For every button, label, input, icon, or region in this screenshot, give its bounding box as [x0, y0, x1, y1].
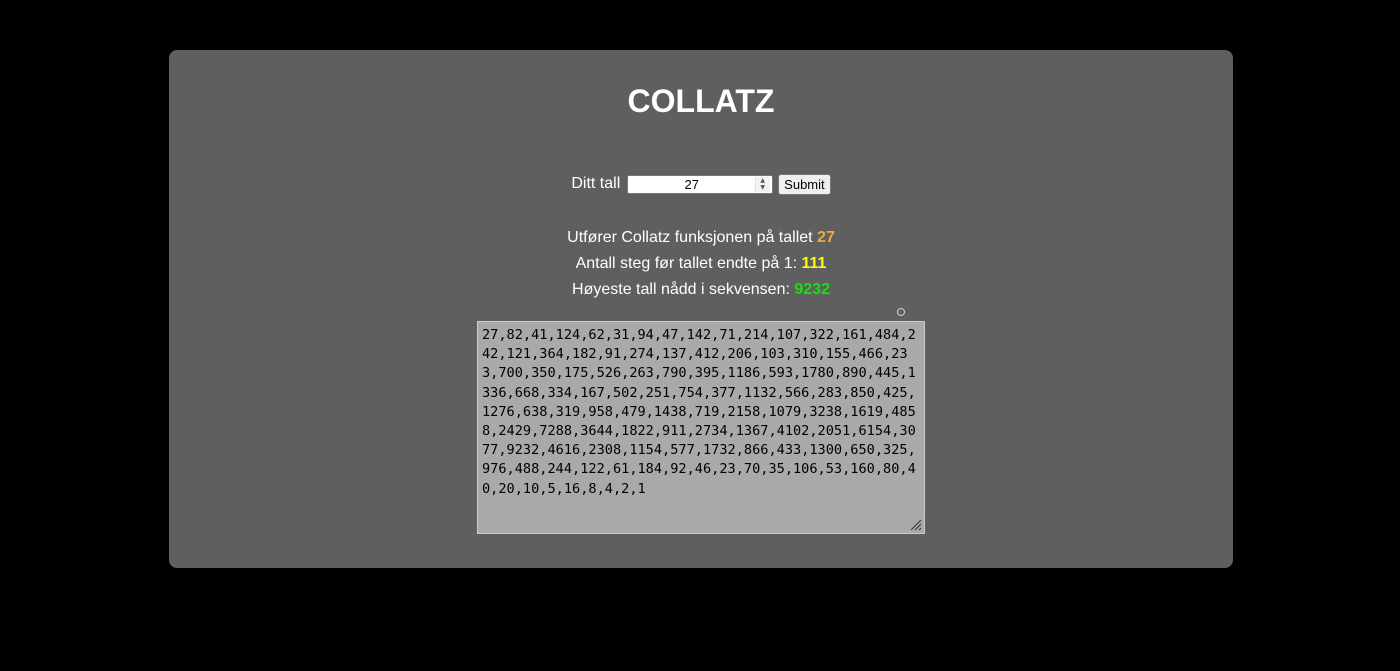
results-panel: Utfører Collatz funksjonen på tallet 27 …	[169, 225, 1233, 303]
submit-button[interactable]: Submit	[778, 173, 831, 195]
number-input-wrapper[interactable]: ▲ ▼	[626, 174, 773, 194]
main-card: COLLATZ Ditt tall ▲ ▼ Submit Utfører Col…	[169, 50, 1233, 568]
start-number-value: 27	[817, 229, 835, 246]
start-number-label: Utfører Collatz funksjonen på tallet	[567, 229, 818, 246]
spinner-up-icon[interactable]: ▲	[756, 177, 770, 184]
max-value-value: 9232	[794, 281, 830, 298]
steps-count-label: Antall steg før tallet endte på 1:	[575, 255, 802, 272]
resize-grip-icon[interactable]	[910, 519, 922, 531]
max-value-line: Høyeste tall nådd i sekvensen: 9232	[169, 277, 1233, 303]
number-label: Ditt tall	[571, 175, 621, 192]
sequence-textarea[interactable]: 27,82,41,124,62,31,94,47,142,71,214,107,…	[477, 321, 925, 534]
start-number-line: Utfører Collatz funksjonen på tallet 27	[169, 225, 1233, 251]
circle-icon	[897, 308, 905, 316]
number-input[interactable]	[627, 175, 756, 193]
spinner-down-icon[interactable]: ▼	[756, 184, 770, 191]
number-form: Ditt tall ▲ ▼ Submit	[169, 173, 1233, 195]
page-title: COLLATZ	[627, 83, 775, 119]
sequence-text: 27,82,41,124,62,31,94,47,142,71,214,107,…	[482, 327, 916, 497]
max-value-label: Høyeste tall nådd i sekvensen:	[572, 281, 795, 298]
steps-count-line: Antall steg før tallet endte på 1: 111	[169, 251, 1233, 277]
spinner-arrows-icon[interactable]: ▲ ▼	[754, 176, 770, 192]
steps-count-value: 111	[801, 255, 827, 272]
